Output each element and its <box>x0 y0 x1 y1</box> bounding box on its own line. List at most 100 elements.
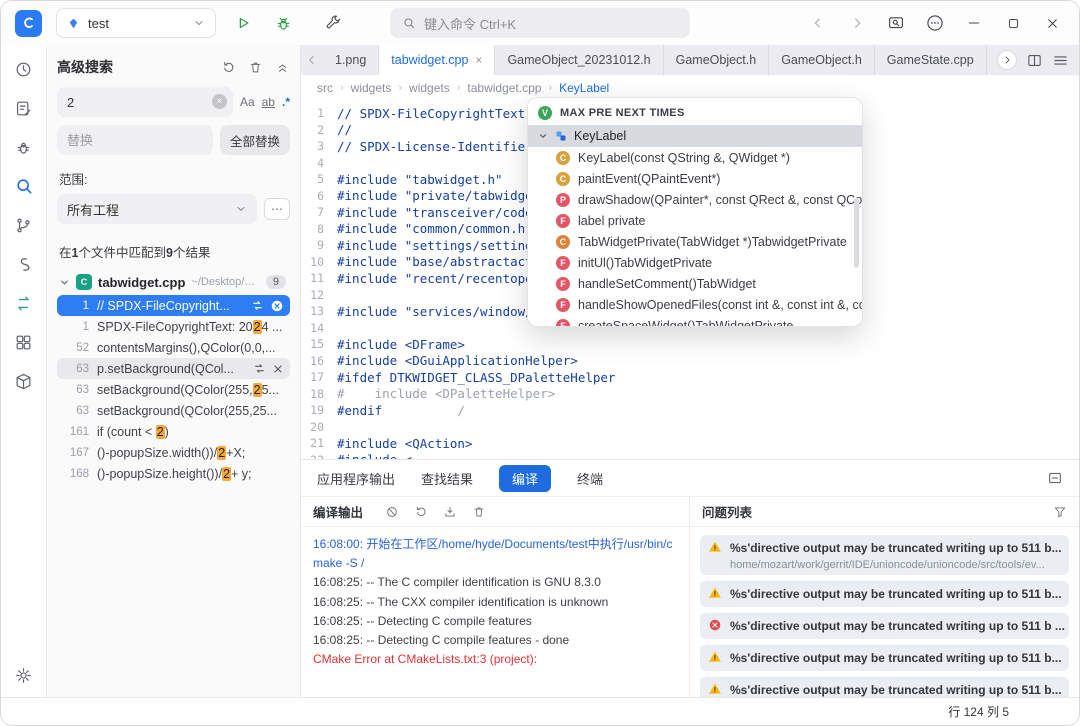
search-input[interactable] <box>57 87 233 117</box>
editor-tab[interactable]: GameObject.h <box>664 45 770 75</box>
editor-tab-active[interactable]: tabwidget.cpp × <box>379 45 496 75</box>
code-line[interactable]: #ifdef DTKWIDGET_CLASS_DPaletteHelper <box>337 370 615 385</box>
line-number[interactable]: 7 <box>301 205 337 219</box>
result-file-row[interactable]: C tabwidget.cpp ~/Desktop/wo... 9 <box>57 269 290 295</box>
line-number[interactable]: 10 <box>301 255 337 269</box>
maximize-button[interactable] <box>1000 10 1026 36</box>
back-button[interactable] <box>805 10 831 36</box>
line-number[interactable]: 4 <box>301 156 337 170</box>
code-line[interactable]: #include "transceiver/codee <box>337 205 540 220</box>
popup-item[interactable]: FhandleShowOpenedFiles(const int &, cons… <box>528 294 862 315</box>
snippet-icon[interactable] <box>12 252 36 276</box>
code-line[interactable]: #include "common/common.h" <box>337 221 533 236</box>
problem-row[interactable]: %s'directive output may be truncated wri… <box>700 613 1069 639</box>
code-line[interactable]: #include <DFrame> <box>337 337 465 352</box>
search-result-row[interactable]: 168 ()-popupSize.height())/2+ y; <box>57 463 290 484</box>
replace-all-button[interactable]: 全部替换 <box>219 125 290 155</box>
code-line[interactable]: #include <QAction> <box>337 436 472 451</box>
refresh-output-icon[interactable] <box>414 505 428 519</box>
search-result-row[interactable]: 52 contentsMargins(),QColor(0,0,... <box>57 337 290 358</box>
tab-terminal[interactable]: 终端 <box>577 469 603 488</box>
line-number[interactable]: 17 <box>301 370 337 384</box>
breadcrumb-item[interactable]: widgets <box>351 81 392 95</box>
regex-toggle[interactable]: .* <box>282 95 290 109</box>
problem-row[interactable]: %s'directive output may be truncated wri… <box>700 535 1069 575</box>
split-editor-icon[interactable] <box>1026 52 1043 69</box>
line-number[interactable]: 6 <box>301 189 337 203</box>
code-line[interactable]: // SPDX-License-Identifier: <box>337 139 548 154</box>
code-line[interactable]: // SPDX-FileCopyrightText: 2 <box>337 106 548 121</box>
settings-gear-icon[interactable] <box>12 663 36 687</box>
replace-input[interactable] <box>57 125 213 155</box>
clear-output-icon[interactable] <box>385 505 399 519</box>
code-line[interactable]: #endif <box>337 403 382 418</box>
close-button[interactable] <box>1039 10 1065 36</box>
window-search-icon[interactable] <box>883 10 909 36</box>
problem-row[interactable]: %s'directive output may be truncated wri… <box>700 581 1069 607</box>
code-line[interactable]: #include "base/abstractacti <box>337 254 540 269</box>
line-number[interactable]: 19 <box>301 403 337 417</box>
line-number[interactable]: 11 <box>301 271 337 285</box>
tabs-scroll-left-icon[interactable] <box>301 45 323 75</box>
line-number[interactable]: 9 <box>301 238 337 252</box>
code-line[interactable]: #include "settings/settings <box>337 238 540 253</box>
replace-one-icon[interactable] <box>251 299 264 312</box>
cursor-position[interactable]: 行 124 列 5 <box>948 703 1009 720</box>
app-logo-icon[interactable] <box>15 9 42 37</box>
code-line[interactable]: #include < <box>337 452 412 459</box>
popup-item[interactable]: C KeyLabel(const QString &, QWidget *) <box>528 147 862 168</box>
line-number[interactable]: 3 <box>301 139 337 153</box>
replace-one-icon[interactable] <box>253 362 266 375</box>
problem-row[interactable]: %s'directive output may be truncated wri… <box>700 677 1069 697</box>
tab-compile[interactable]: 编译 <box>499 464 552 492</box>
search-result-row[interactable]: 1 // SPDX-FileCopyright... <box>57 295 290 316</box>
line-number[interactable]: 18 <box>301 387 337 401</box>
popup-item[interactable]: PdrawShadow(QPainter*, const QRect &, co… <box>528 189 862 210</box>
code-line[interactable]: #include "services/window/w <box>337 304 540 319</box>
project-selector[interactable]: test <box>56 8 216 38</box>
run-button[interactable] <box>230 10 256 36</box>
forward-button[interactable] <box>844 10 870 36</box>
filter-icon[interactable] <box>1053 505 1067 519</box>
line-number[interactable]: 2 <box>301 123 337 137</box>
extensions-icon[interactable] <box>12 330 36 354</box>
search-result-row[interactable]: 63 setBackground(QColor(255,25... <box>57 379 290 400</box>
editor-tab[interactable]: GameState.cpp <box>875 45 987 75</box>
tab-list-menu-icon[interactable] <box>1052 52 1069 69</box>
popup-scrollbar[interactable] <box>854 198 859 268</box>
code-line[interactable]: #include "private/tabwidget <box>337 188 540 203</box>
dismiss-result-icon[interactable] <box>272 363 284 375</box>
clear-input-icon[interactable]: × <box>211 94 227 109</box>
popup-item[interactable]: FhandleSetComment()TabWidget <box>528 273 862 294</box>
clear-results-icon[interactable] <box>248 60 263 75</box>
dismiss-result-icon[interactable] <box>270 299 284 313</box>
export-output-icon[interactable] <box>443 505 457 519</box>
code-line[interactable]: // <box>337 122 352 137</box>
command-search[interactable]: 键入命令 Ctrl+K <box>390 8 690 38</box>
search-result-row[interactable]: 63 p.setBackground(QCol... <box>57 358 290 379</box>
line-number[interactable]: 14 <box>301 321 337 335</box>
line-number[interactable]: 1 <box>301 106 337 120</box>
line-number[interactable]: 12 <box>301 288 337 302</box>
search-result-row[interactable]: 167 ()-popupSize.width())/2+X; <box>57 442 290 463</box>
tab-find-results[interactable]: 查找结果 <box>421 469 473 488</box>
collapse-all-icon[interactable] <box>275 60 290 75</box>
breadcrumb-item[interactable]: tabwidget.cpp <box>467 81 541 95</box>
scope-dropdown[interactable]: 所有工程 <box>57 194 257 224</box>
editor-tab[interactable]: GameObject.h <box>769 45 875 75</box>
code-line[interactable]: # include <DPaletteHelper> <box>337 386 555 401</box>
search-panel-icon[interactable] <box>12 174 36 198</box>
breadcrumb-item-symbol[interactable]: KeyLabel <box>559 81 609 95</box>
code-line[interactable]: #include <DGuiApplicationHelper> <box>337 353 578 368</box>
refresh-icon[interactable] <box>221 60 236 75</box>
debug-panel-icon[interactable] <box>12 135 36 159</box>
more-menu-icon[interactable] <box>922 10 948 36</box>
line-number[interactable]: 21 <box>301 436 337 450</box>
whole-word-toggle[interactable]: ab <box>262 95 275 109</box>
popup-item[interactable]: Flabel private <box>528 210 862 231</box>
search-result-row[interactable]: 1 SPDX-FileCopyrightText: 2024 ... <box>57 316 290 337</box>
tools-button[interactable] <box>320 10 346 36</box>
line-number[interactable]: 5 <box>301 172 337 186</box>
tab-app-output[interactable]: 应用程序输出 <box>317 469 395 488</box>
files-edit-icon[interactable] <box>12 96 36 120</box>
